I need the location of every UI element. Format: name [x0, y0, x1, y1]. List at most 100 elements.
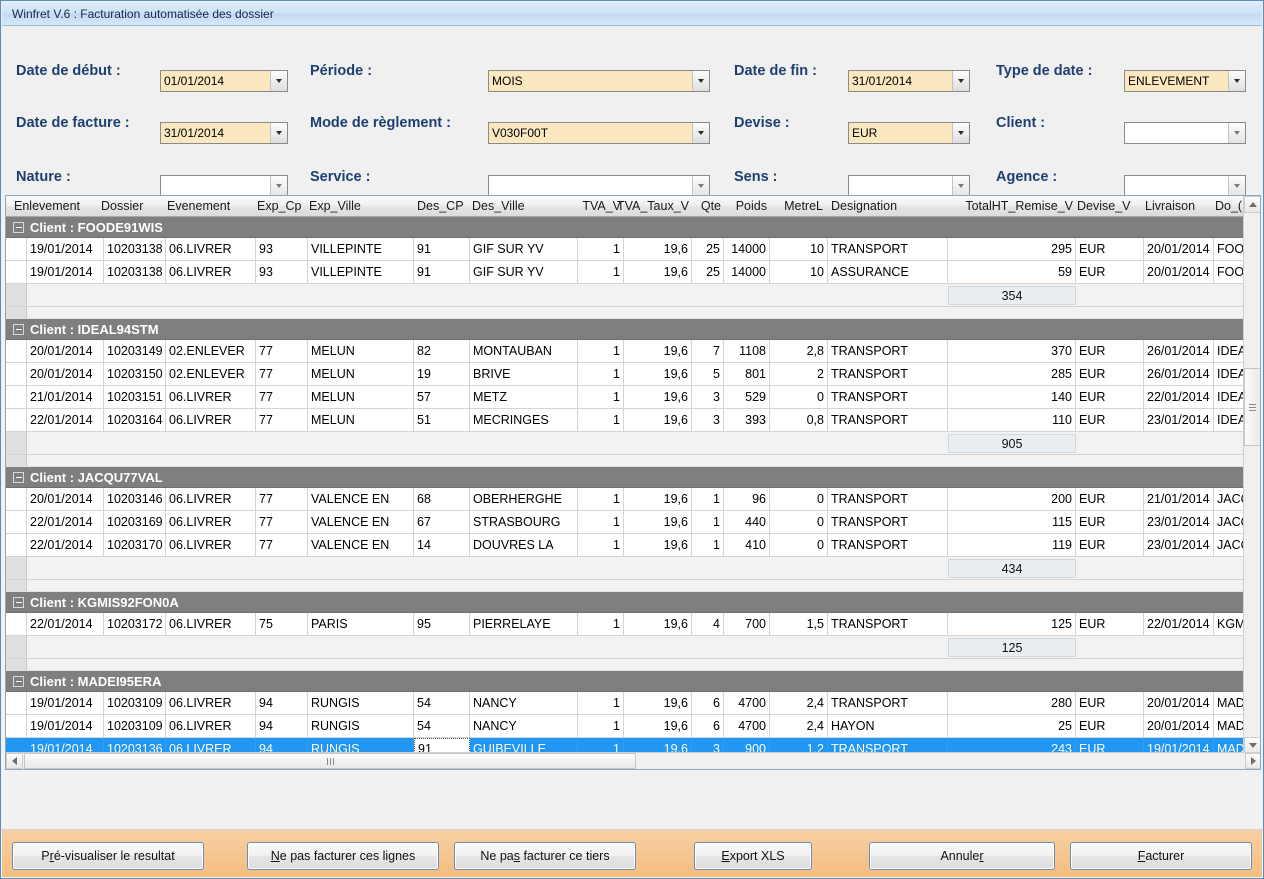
- cell-tva-taux-v[interactable]: 19,6: [624, 488, 692, 510]
- cell-livraison[interactable]: 21/01/2014: [1144, 488, 1214, 510]
- cell-evenement[interactable]: 06.LIVRER: [166, 261, 256, 283]
- cell-metrel[interactable]: 0: [770, 488, 828, 510]
- column-header-metrel[interactable]: MetreL: [768, 196, 826, 216]
- cell-tva-v[interactable]: 1: [578, 340, 624, 362]
- cell-devise-v[interactable]: EUR: [1076, 534, 1144, 556]
- cell-exp-ville[interactable]: VALENCE EN: [308, 488, 414, 510]
- cell-tva-v[interactable]: 1: [578, 613, 624, 635]
- cell-dossier[interactable]: 10203169: [104, 511, 166, 533]
- combo-date-de-début[interactable]: 01/01/2014: [160, 70, 288, 92]
- combo-période[interactable]: MOIS: [488, 70, 710, 92]
- cell-evenement[interactable]: 06.LIVRER: [166, 488, 256, 510]
- cell-tva-v[interactable]: 1: [578, 363, 624, 385]
- cell-poids[interactable]: 14000: [724, 261, 770, 283]
- table-row[interactable]: 19/01/20141020313806.LIVRER93VILLEPINTE9…: [6, 238, 1245, 261]
- column-header-enlevement[interactable]: Enlevement: [11, 196, 93, 216]
- cell-qte[interactable]: 1: [692, 488, 724, 510]
- cell-tva-v[interactable]: 1: [578, 715, 624, 737]
- cell-des-ville[interactable]: GIF SUR YV: [470, 238, 578, 260]
- invoice-button[interactable]: Facturer: [1070, 842, 1252, 870]
- chevron-down-icon[interactable]: [952, 71, 969, 91]
- chevron-down-icon[interactable]: [692, 71, 709, 91]
- cell-do[interactable]: FOOD: [1214, 238, 1245, 260]
- cell-livraison[interactable]: 23/01/2014: [1144, 511, 1214, 533]
- cell-designation[interactable]: TRANSPORT: [828, 511, 948, 533]
- cell-exp-ville[interactable]: VILLEPINTE: [308, 261, 414, 283]
- column-header-qte[interactable]: Qte: [690, 196, 724, 216]
- cell-enlevement[interactable]: 22/01/2014: [27, 409, 104, 431]
- cell-enlevement[interactable]: 22/01/2014: [27, 613, 104, 635]
- cell-evenement[interactable]: 06.LIVRER: [166, 238, 256, 260]
- combo-sens[interactable]: [848, 175, 970, 197]
- row-gutter[interactable]: [6, 363, 27, 385]
- cell-livraison[interactable]: 20/01/2014: [1144, 715, 1214, 737]
- combo-date-de-fin[interactable]: 31/01/2014: [848, 70, 970, 92]
- cell-qte[interactable]: 1: [692, 511, 724, 533]
- chevron-down-icon[interactable]: [270, 71, 287, 91]
- cell-devise-v[interactable]: EUR: [1076, 409, 1144, 431]
- skip-lines-button[interactable]: Ne pas facturer ces lignes: [247, 842, 439, 870]
- cell-tva-taux-v[interactable]: 19,6: [624, 386, 692, 408]
- cell-exp-cp[interactable]: 94: [256, 715, 308, 737]
- cell-livraison[interactable]: 26/01/2014: [1144, 363, 1214, 385]
- row-gutter[interactable]: [6, 386, 27, 408]
- table-row[interactable]: 22/01/20141020317006.LIVRER77VALENCE EN1…: [6, 534, 1245, 557]
- cell-dossier[interactable]: 10203146: [104, 488, 166, 510]
- row-gutter[interactable]: [6, 511, 27, 533]
- cell-livraison[interactable]: 20/01/2014: [1144, 261, 1214, 283]
- cell-metrel[interactable]: 2,4: [770, 715, 828, 737]
- chevron-down-icon[interactable]: [270, 123, 287, 143]
- cell-des-ville[interactable]: NANCY: [470, 715, 578, 737]
- row-gutter[interactable]: [6, 613, 27, 635]
- combo-mode-de-règlement[interactable]: V030F00T: [488, 122, 710, 144]
- cell-enlevement[interactable]: 19/01/2014: [27, 692, 104, 714]
- cell-devise-v[interactable]: EUR: [1076, 340, 1144, 362]
- cell-totalht[interactable]: 200: [948, 488, 1076, 510]
- cell-poids[interactable]: 700: [724, 613, 770, 635]
- cell-qte[interactable]: 6: [692, 692, 724, 714]
- group-header-row[interactable]: Client : IDEAL94STM: [6, 319, 1245, 340]
- cell-totalht[interactable]: 125: [948, 613, 1076, 635]
- cell-totalht[interactable]: 119: [948, 534, 1076, 556]
- cell-exp-ville[interactable]: RUNGIS: [308, 692, 414, 714]
- group-header-row[interactable]: Client : FOODE91WIS: [6, 217, 1245, 238]
- cell-tva-taux-v[interactable]: 19,6: [624, 261, 692, 283]
- cell-dossier[interactable]: 10203138: [104, 261, 166, 283]
- cell-des-ville[interactable]: DOUVRES LA: [470, 534, 578, 556]
- cell-livraison[interactable]: 23/01/2014: [1144, 409, 1214, 431]
- cell-enlevement[interactable]: 20/01/2014: [27, 363, 104, 385]
- cell-metrel[interactable]: 10: [770, 238, 828, 260]
- cell-totalht[interactable]: 370: [948, 340, 1076, 362]
- row-gutter[interactable]: [6, 715, 27, 737]
- cell-livraison[interactable]: 20/01/2014: [1144, 238, 1214, 260]
- cell-des-cp[interactable]: 54: [414, 715, 470, 737]
- table-row[interactable]: 22/01/20141020316906.LIVRER77VALENCE EN6…: [6, 511, 1245, 534]
- cell-metrel[interactable]: 0: [770, 534, 828, 556]
- group-header-row[interactable]: Client : KGMIS92FON0A: [6, 592, 1245, 613]
- cell-totalht[interactable]: 25: [948, 715, 1076, 737]
- cell-evenement[interactable]: 06.LIVRER: [166, 715, 256, 737]
- cell-devise-v[interactable]: EUR: [1076, 692, 1144, 714]
- cell-devise-v[interactable]: EUR: [1076, 261, 1144, 283]
- cell-tva-taux-v[interactable]: 19,6: [624, 534, 692, 556]
- group-header-row[interactable]: Client : MADEI95ERA: [6, 671, 1245, 692]
- cell-exp-ville[interactable]: VALENCE EN: [308, 511, 414, 533]
- cell-dossier[interactable]: 10203170: [104, 534, 166, 556]
- cell-metrel[interactable]: 0: [770, 386, 828, 408]
- scroll-right-button[interactable]: [1245, 753, 1261, 769]
- table-row[interactable]: 22/01/20141020316406.LIVRER77MELUN51MECR…: [6, 409, 1245, 432]
- cell-dossier[interactable]: 10203109: [104, 692, 166, 714]
- cell-do[interactable]: IDEA: [1214, 409, 1245, 431]
- scroll-left-button[interactable]: [6, 753, 23, 769]
- collapse-icon[interactable]: [13, 597, 24, 608]
- cell-devise-v[interactable]: EUR: [1076, 613, 1144, 635]
- table-row[interactable]: 21/01/20141020315106.LIVRER77MELUN57METZ…: [6, 386, 1245, 409]
- cell-poids[interactable]: 4700: [724, 692, 770, 714]
- cell-do[interactable]: JACQ: [1214, 534, 1245, 556]
- cell-exp-ville[interactable]: RUNGIS: [308, 715, 414, 737]
- cell-qte[interactable]: 25: [692, 238, 724, 260]
- cell-qte[interactable]: 5: [692, 363, 724, 385]
- chevron-down-icon[interactable]: [692, 176, 709, 196]
- cell-dossier[interactable]: 10203151: [104, 386, 166, 408]
- cell-des-ville[interactable]: MONTAUBAN: [470, 340, 578, 362]
